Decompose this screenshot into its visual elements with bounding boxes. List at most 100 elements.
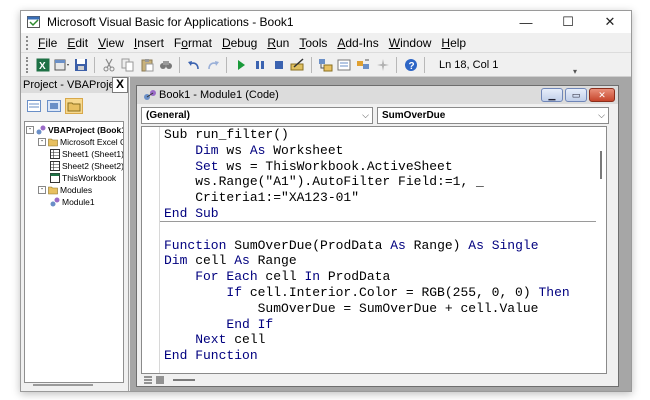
code-line[interactable]: Dim cell As Range bbox=[164, 253, 596, 269]
project-tree-scrollbar[interactable] bbox=[33, 384, 93, 386]
tree-item[interactable]: Sheet1 (Sheet1) bbox=[50, 148, 124, 160]
project-explorer-icon[interactable] bbox=[317, 56, 334, 74]
code-keyword: As bbox=[390, 237, 406, 253]
code-line[interactable]: End If bbox=[164, 317, 596, 333]
menu-edit[interactable]: Edit bbox=[62, 36, 93, 50]
tree-item[interactable]: - Microsoft Excel Objects bbox=[38, 136, 123, 148]
reset-icon[interactable] bbox=[270, 56, 287, 74]
menu-view[interactable]: View bbox=[93, 36, 129, 50]
view-code-icon[interactable] bbox=[25, 98, 43, 114]
code-token: cell bbox=[257, 269, 305, 285]
menu-file[interactable]: File bbox=[33, 36, 62, 50]
tree-collapse-toggle[interactable]: - bbox=[26, 126, 34, 134]
project-pane-toolbar bbox=[21, 93, 128, 119]
properties-icon[interactable] bbox=[336, 56, 353, 74]
code-line[interactable]: Set ws = ThisWorkbook.ActiveSheet bbox=[164, 159, 596, 175]
excel-icon[interactable]: X bbox=[34, 56, 51, 74]
redo-icon[interactable] bbox=[204, 56, 221, 74]
code-line[interactable]: End Sub bbox=[164, 206, 596, 222]
code-token: Criteria1:="XA123-01" bbox=[164, 190, 360, 206]
menu-grip-handle[interactable] bbox=[26, 35, 30, 50]
code-line[interactable]: Criteria1:="XA123-01" bbox=[164, 190, 596, 206]
toggle-folders-icon[interactable] bbox=[65, 98, 83, 114]
cut-icon[interactable] bbox=[100, 56, 117, 74]
minimize-button[interactable]: — bbox=[505, 11, 547, 33]
code-keyword: Dim bbox=[164, 253, 188, 269]
design-mode-icon[interactable] bbox=[289, 56, 306, 74]
code-line[interactable]: Function SumOverDue(ProdData As Range) A… bbox=[164, 238, 596, 254]
insert-module-icon[interactable] bbox=[53, 56, 70, 74]
object-combo[interactable]: (General) ⌵ bbox=[141, 106, 373, 124]
toolbar-separator bbox=[179, 56, 180, 73]
tree-collapse-toggle[interactable]: - bbox=[38, 138, 46, 146]
code-line[interactable]: Sub run_filter() bbox=[164, 127, 596, 143]
find-icon[interactable] bbox=[157, 56, 174, 74]
toolbar-grip-handle[interactable] bbox=[26, 56, 30, 73]
toolbox-icon[interactable] bbox=[374, 56, 391, 74]
project-pane-close-button[interactable]: X bbox=[112, 77, 128, 93]
menu-add-ins[interactable]: Add-Ins bbox=[332, 36, 383, 50]
view-object-icon[interactable] bbox=[45, 98, 63, 114]
code-window-title: Book1 - Module1 (Code) bbox=[159, 89, 279, 101]
tree-item[interactable]: ThisWorkbook bbox=[50, 172, 116, 184]
tree-item-label: Microsoft Excel Objects bbox=[60, 137, 123, 147]
code-close-button[interactable]: ✕ bbox=[589, 88, 615, 102]
code-restore-button[interactable]: ▭ bbox=[565, 88, 587, 102]
tree-item[interactable]: Sheet2 (Sheet2) bbox=[50, 160, 123, 172]
tree-item[interactable]: - Modules bbox=[38, 184, 92, 196]
break-icon[interactable] bbox=[251, 56, 268, 74]
code-editor[interactable]: Sub run_filter() Dim ws As Worksheet Set… bbox=[141, 126, 607, 374]
menu-tools[interactable]: Tools bbox=[294, 36, 332, 50]
tree-collapse-toggle[interactable]: - bbox=[38, 186, 46, 194]
tree-item-label: Module1 bbox=[62, 197, 95, 207]
run-icon[interactable] bbox=[232, 56, 249, 74]
code-minimize-button[interactable]: ▁ bbox=[541, 88, 563, 102]
toolbar-overflow-icon[interactable]: ▾ bbox=[573, 54, 579, 76]
code-vertical-scroll-thumb[interactable] bbox=[600, 151, 602, 179]
maximize-button[interactable]: ☐ bbox=[547, 11, 589, 33]
menu-debug[interactable]: Debug bbox=[217, 36, 262, 50]
code-margin[interactable] bbox=[142, 127, 160, 373]
tree-item-label: Sheet1 (Sheet1) bbox=[62, 149, 124, 159]
code-token: cell bbox=[187, 253, 235, 269]
code-line[interactable]: Dim ws As Worksheet bbox=[164, 143, 596, 159]
code-line[interactable]: Next cell bbox=[164, 332, 596, 348]
code-line[interactable]: ws.Range("A1").AutoFilter Field:=1, _ bbox=[164, 174, 596, 190]
close-button[interactable]: ✕ bbox=[589, 11, 631, 33]
procedure-combo[interactable]: SumOverDue ⌵ bbox=[377, 106, 609, 124]
save-icon[interactable] bbox=[72, 56, 89, 74]
code-line[interactable]: If cell.Interior.Color = RGB(255, 0, 0) … bbox=[164, 285, 596, 301]
menu-run[interactable]: Run bbox=[262, 36, 294, 50]
full-module-view-icon[interactable] bbox=[155, 375, 165, 385]
toolbar-separator bbox=[396, 56, 397, 73]
code-text[interactable]: Sub run_filter() Dim ws As Worksheet Set… bbox=[164, 127, 596, 364]
object-browser-icon[interactable] bbox=[355, 56, 372, 74]
menu-help[interactable]: Help bbox=[436, 36, 471, 50]
menu-window[interactable]: Window bbox=[384, 36, 437, 50]
code-line[interactable]: End Function bbox=[164, 348, 596, 364]
tree-item-label: Modules bbox=[60, 185, 93, 195]
svg-text:?: ? bbox=[408, 61, 414, 72]
code-line[interactable] bbox=[164, 222, 596, 238]
paste-icon[interactable] bbox=[138, 56, 155, 74]
code-keyword: In bbox=[304, 269, 321, 285]
procedure-view-icon[interactable] bbox=[143, 375, 153, 385]
code-window: Book1 - Module1 (Code) ▁ ▭ ✕ (General) ⌵… bbox=[136, 85, 619, 387]
copy-icon[interactable] bbox=[119, 56, 136, 74]
code-line[interactable]: SumOverDue = SumOverDue + cell.Value bbox=[164, 301, 596, 317]
help-icon[interactable]: ? bbox=[402, 56, 419, 74]
menu-insert[interactable]: Insert bbox=[129, 36, 169, 50]
tree-item[interactable]: - VBAProject (Book1) bbox=[26, 124, 123, 136]
standard-toolbar: X ? Ln 18, Col 1 ▾ bbox=[21, 53, 631, 77]
code-token: Sub run_filter() bbox=[164, 127, 289, 142]
code-keyword: End Sub bbox=[164, 205, 219, 221]
tree-item[interactable]: Module1 bbox=[50, 196, 95, 208]
code-vertical-scrollbar[interactable] bbox=[596, 127, 606, 373]
code-line[interactable]: For Each cell In ProdData bbox=[164, 269, 596, 285]
code-window-footer bbox=[141, 374, 607, 386]
undo-icon[interactable] bbox=[185, 56, 202, 74]
code-horizontal-scroll-thumb[interactable] bbox=[173, 379, 195, 381]
menu-format[interactable]: Format bbox=[169, 36, 217, 50]
procedure-separator bbox=[160, 221, 606, 222]
